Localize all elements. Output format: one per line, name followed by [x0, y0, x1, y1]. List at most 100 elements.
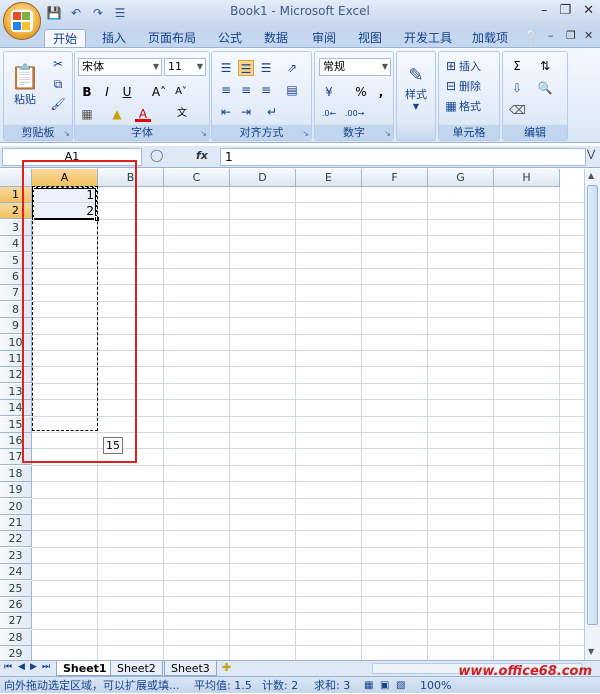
row-header-29[interactable]: 29	[0, 646, 32, 660]
find-select-icon[interactable]: 🔍	[537, 80, 553, 96]
sheet-nav-last-icon[interactable]: ⏭	[42, 662, 50, 672]
row-header-22[interactable]: 22	[0, 531, 32, 548]
font-color-icon[interactable]: A	[135, 106, 151, 122]
tab-review[interactable]: 审阅	[312, 29, 336, 48]
minimize-icon[interactable]: –	[541, 3, 548, 18]
align-center-icon[interactable]: ≡	[238, 82, 254, 98]
comma-style-button[interactable]: ,	[373, 84, 389, 100]
sheet-tab-1[interactable]: Sheet1	[56, 661, 114, 676]
align-middle-icon[interactable]: ☰	[238, 60, 254, 76]
align-left-icon[interactable]: ≡	[218, 82, 234, 98]
font-name-combo[interactable]: 宋体 ▼	[78, 58, 162, 76]
row-header-21[interactable]: 21	[0, 515, 32, 531]
phonetic-icon[interactable]: 文	[169, 106, 195, 122]
increase-indent-icon[interactable]: ⇥	[238, 104, 254, 120]
close-icon[interactable]: ✕	[583, 3, 594, 18]
restore-icon[interactable]: ❐	[559, 3, 571, 18]
dialog-launcher-icon[interactable]: ↘	[63, 129, 70, 138]
shrink-font-icon[interactable]: A˅	[173, 84, 189, 100]
column-header-f[interactable]: F	[362, 169, 428, 187]
insert-function-button[interactable]: fx	[196, 149, 208, 162]
row-header-24[interactable]: 24	[0, 564, 32, 581]
scroll-down-icon[interactable]: ▼	[588, 647, 594, 656]
dialog-launcher-icon[interactable]: ↘	[200, 129, 207, 138]
column-header-g[interactable]: G	[428, 169, 494, 187]
column-header-c[interactable]: C	[164, 169, 230, 187]
sheet-nav-prev-icon[interactable]: ◀	[18, 662, 25, 672]
row-header-19[interactable]: 19	[0, 482, 32, 499]
align-bottom-icon[interactable]: ☰	[258, 60, 274, 76]
grow-font-icon[interactable]: A˄	[151, 84, 167, 100]
paste-button[interactable]: 📋 粘贴	[8, 56, 42, 114]
tab-addins[interactable]: 加载项	[472, 29, 508, 48]
formula-input[interactable]: 1	[220, 148, 586, 166]
sheet-nav-next-icon[interactable]: ▶	[30, 662, 37, 672]
decrease-indent-icon[interactable]: ⇤	[218, 104, 234, 120]
sheet-tab-3[interactable]: Sheet3	[164, 661, 217, 676]
autosum-icon[interactable]: Σ	[509, 58, 525, 74]
styles-button[interactable]: ✎ 样式 ▼	[399, 58, 433, 118]
zoom-level[interactable]: 100%	[420, 677, 451, 694]
office-button[interactable]	[3, 2, 41, 40]
column-header-e[interactable]: E	[296, 169, 362, 187]
formula-cancel-icon[interactable]: ◯	[150, 148, 163, 162]
copy-icon[interactable]: ⧉	[50, 76, 66, 92]
clear-icon[interactable]: ⌫	[509, 102, 526, 118]
ribbon-restore-icon[interactable]: ❐	[566, 29, 576, 42]
expand-formula-icon[interactable]: ⋁	[587, 149, 595, 160]
tab-formulas[interactable]: 公式	[218, 29, 242, 48]
tab-developer[interactable]: 开发工具	[404, 29, 452, 48]
ribbon-minimize-icon[interactable]: –	[548, 29, 554, 42]
scroll-up-icon[interactable]: ▲	[588, 171, 594, 180]
sheet-tab-2[interactable]: Sheet2	[110, 661, 163, 676]
tab-insert[interactable]: 插入	[102, 29, 126, 48]
align-right-icon[interactable]: ≡	[258, 82, 274, 98]
insert-cells-button[interactable]: ⊞ 插入	[443, 58, 481, 74]
row-header-26[interactable]: 26	[0, 597, 32, 613]
row-header-20[interactable]: 20	[0, 498, 32, 515]
italic-icon[interactable]: I	[99, 84, 115, 100]
column-header-h[interactable]: H	[494, 169, 560, 187]
normal-view-icon[interactable]: ▦	[364, 677, 373, 694]
cut-icon[interactable]: ✂	[50, 56, 66, 72]
align-top-icon[interactable]: ☰	[218, 60, 234, 76]
decrease-decimal-icon[interactable]: .00→	[345, 106, 364, 122]
borders-icon[interactable]: ▦	[79, 106, 95, 122]
number-format-combo[interactable]: 常规 ▼	[319, 58, 391, 76]
increase-decimal-icon[interactable]: .0←	[321, 106, 337, 122]
sort-filter-icon[interactable]: ⇅	[537, 58, 553, 74]
page-break-view-icon[interactable]: ▧	[396, 677, 405, 694]
wrap-text-icon[interactable]: ↵	[264, 104, 280, 120]
currency-icon[interactable]: ¥	[321, 84, 337, 100]
column-header-d[interactable]: D	[230, 169, 296, 187]
font-size-combo[interactable]: 11 ▼	[164, 58, 206, 76]
bold-icon[interactable]: B	[79, 84, 95, 100]
dialog-launcher-icon[interactable]: ↘	[384, 129, 391, 138]
tab-data[interactable]: 数据	[264, 29, 288, 48]
row-header-25[interactable]: 25	[0, 580, 32, 597]
page-layout-view-icon[interactable]: ▣	[380, 677, 389, 694]
format-painter-icon[interactable]: 🖌	[50, 96, 66, 112]
percent-style-button[interactable]: %	[353, 84, 369, 100]
insert-sheet-icon[interactable]: ✚	[222, 661, 231, 674]
underline-icon[interactable]: U	[119, 84, 135, 100]
scroll-thumb[interactable]	[587, 185, 598, 625]
dialog-launcher-icon[interactable]: ↘	[302, 129, 309, 138]
vertical-scrollbar[interactable]: ▲ ▼	[584, 169, 600, 660]
ribbon-close-icon[interactable]: ✕	[584, 29, 593, 42]
sheet-nav-first-icon[interactable]: ⏮	[4, 662, 12, 672]
delete-cells-button[interactable]: ⊟ 删除	[443, 78, 481, 94]
tab-page-layout[interactable]: 页面布局	[148, 29, 196, 48]
fill-icon[interactable]: ⇩	[509, 80, 525, 96]
help-icon[interactable]: ❔	[524, 30, 539, 44]
tab-home[interactable]: 开始	[44, 29, 87, 48]
fill-color-icon[interactable]: ▲	[109, 106, 125, 122]
orientation-icon[interactable]: ⇗	[284, 60, 300, 76]
tab-view[interactable]: 视图	[358, 29, 382, 48]
row-header-23[interactable]: 23	[0, 547, 32, 564]
merge-center-icon[interactable]: ▤	[284, 82, 300, 98]
row-header-27[interactable]: 27	[0, 613, 32, 630]
format-cells-button[interactable]: ▦ 格式	[443, 98, 481, 114]
row-header-18[interactable]: 18	[0, 465, 32, 482]
row-header-28[interactable]: 28	[0, 629, 32, 646]
